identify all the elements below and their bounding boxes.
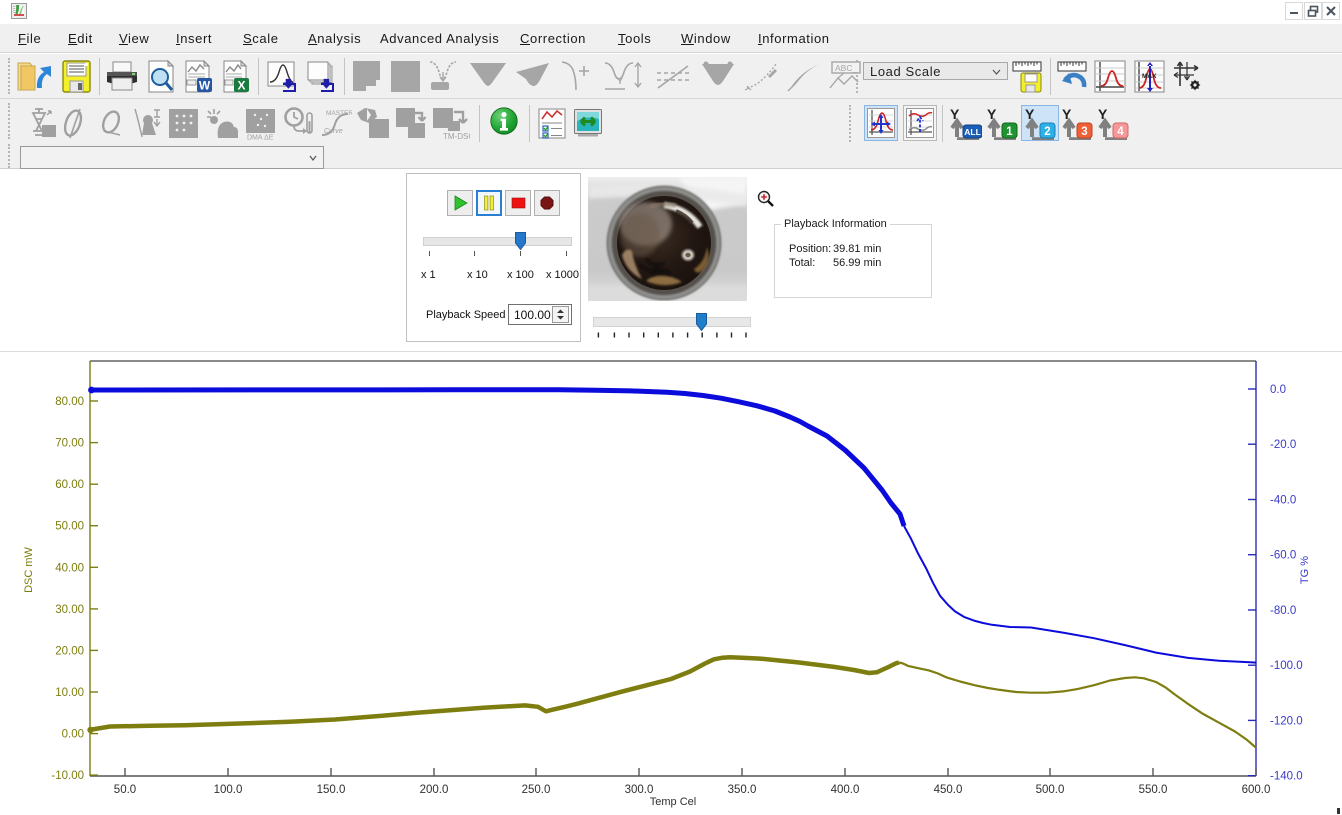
svg-text:-40.0: -40.0 [1270,495,1296,507]
svg-text:Y: Y [617,76,623,86]
svg-text:0.0: 0.0 [1270,384,1286,396]
svg-text:80.00: 80.00 [55,396,84,408]
svg-text:2: 2 [1044,126,1050,138]
svg-text:60.00: 60.00 [55,479,84,491]
svg-text:350.0: 350.0 [728,784,757,796]
svg-text:40.00: 40.00 [55,562,84,574]
svg-text:20.00: 20.00 [55,645,84,657]
svg-text:550.0: 550.0 [1139,784,1168,796]
svg-text:50.0: 50.0 [114,784,136,796]
svg-text:-20.0: -20.0 [1270,439,1296,451]
svg-text:450.0: 450.0 [934,784,963,796]
svg-text:250.0: 250.0 [522,784,551,796]
svg-text:100.0: 100.0 [214,784,243,796]
svg-text:Curve: Curve [324,128,343,135]
svg-text:600.0: 600.0 [1242,784,1271,796]
svg-text:-120.0: -120.0 [1270,715,1303,727]
svg-text:-10.00: -10.00 [51,770,84,782]
svg-text:500.0: 500.0 [1036,784,1065,796]
svg-text:X: X [237,79,245,93]
svg-text:DMA ΔE: DMA ΔE [247,135,274,141]
svg-text:Temp Cel: Temp Cel [650,796,696,808]
svg-text:TM-DSC: TM-DSC [443,132,470,140]
svg-text:30.00: 30.00 [55,604,84,616]
svg-text:200.0: 200.0 [420,784,449,796]
svg-text:4: 4 [1117,126,1124,138]
svg-text:-140.0: -140.0 [1270,771,1303,783]
svg-text:DSC mW: DSC mW [23,546,35,592]
svg-text:50.00: 50.00 [55,521,84,533]
svg-text:150.0: 150.0 [317,784,346,796]
svg-text:3: 3 [1081,126,1087,138]
svg-text:-100.0: -100.0 [1270,660,1303,672]
svg-text:1: 1 [1006,126,1013,138]
svg-text:300.0: 300.0 [625,784,654,796]
svg-text:-80.0: -80.0 [1270,605,1296,617]
svg-text:W: W [199,79,211,93]
svg-text:ALL: ALL [964,127,981,137]
svg-text:10.00: 10.00 [55,687,84,699]
svg-text:400.0: 400.0 [831,784,860,796]
svg-text:TG %: TG % [1299,556,1311,584]
svg-text:-60.0: -60.0 [1270,550,1296,562]
svg-text:70.00: 70.00 [55,438,84,450]
svg-text:MAX: MAX [1142,73,1157,80]
svg-text:0.00: 0.00 [62,729,84,741]
svg-text:ABC_: ABC_ [835,63,857,73]
